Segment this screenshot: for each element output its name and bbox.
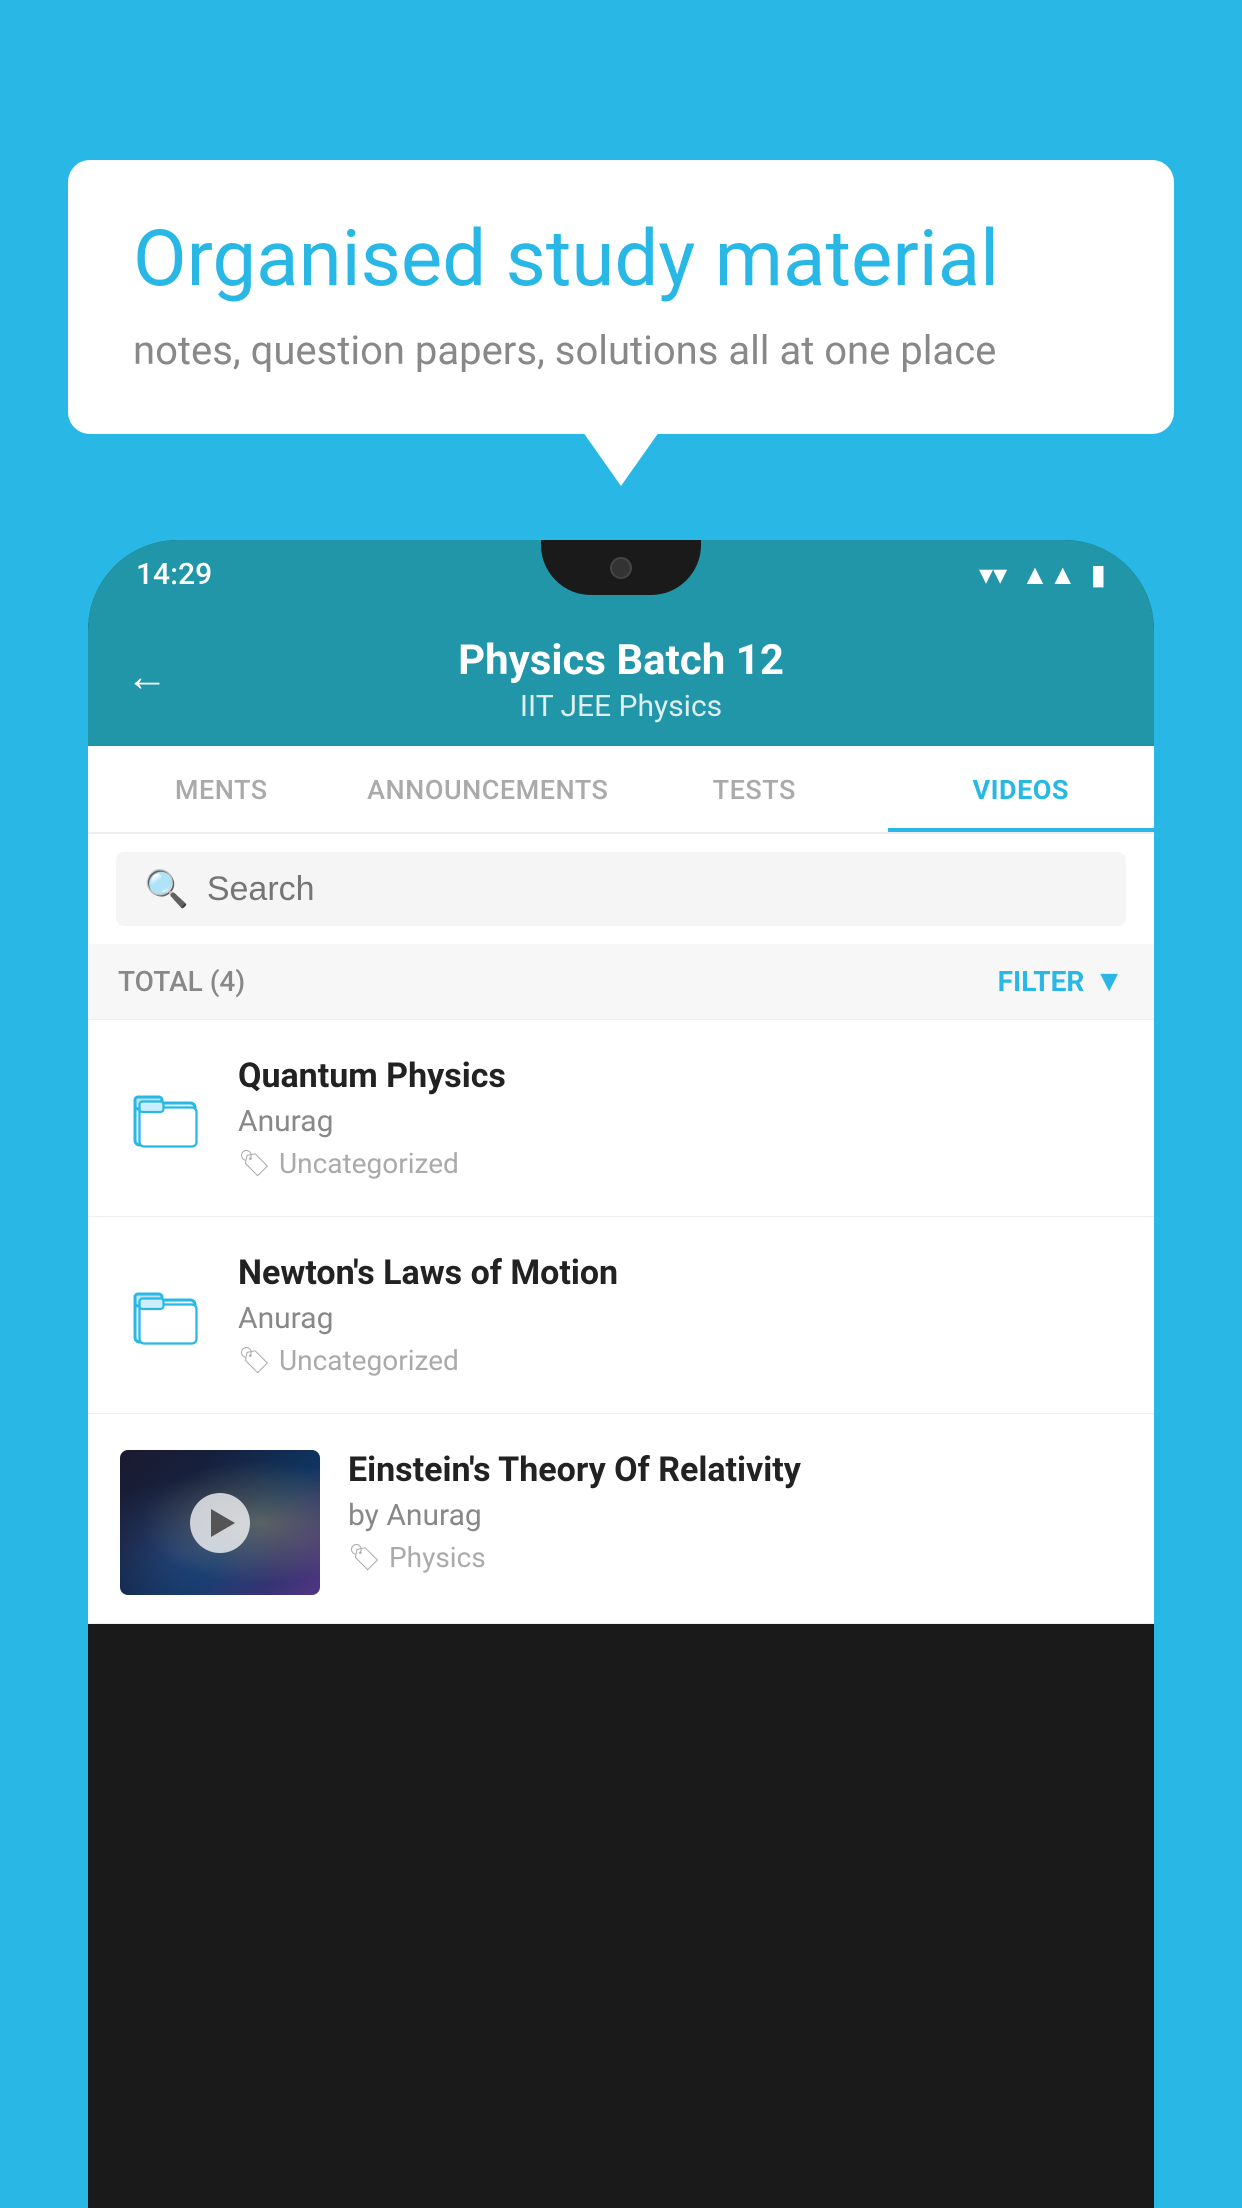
search-input[interactable] [207,870,1098,909]
play-button[interactable] [190,1493,250,1553]
video-title-1: Quantum Physics [238,1056,1122,1096]
tab-ments[interactable]: MENTS [88,746,355,832]
video-thumbnail-3 [120,1450,320,1595]
notch [541,540,701,595]
video-title-2: Newton's Laws of Motion [238,1253,1122,1293]
video-author-3: by Anurag [348,1498,1122,1533]
tab-videos[interactable]: VIDEOS [888,746,1155,832]
wifi-icon: ▾▾ [979,558,1007,591]
video-author-2: Anurag [238,1301,1122,1336]
speech-bubble: Organised study material notes, question… [68,160,1174,434]
tab-announcements[interactable]: ANNOUNCEMENTS [355,746,622,832]
search-container: 🔍 [88,834,1154,944]
search-wrapper: 🔍 [116,852,1126,926]
list-item[interactable]: Einstein's Theory Of Relativity by Anura… [88,1414,1154,1624]
video-title-3: Einstein's Theory Of Relativity [348,1450,1122,1490]
video-tag-1: 🏷 Uncategorized [238,1147,1122,1180]
bubble-subtitle: notes, question papers, solutions all at… [133,327,1109,374]
phone-frame: 14:29 ▾▾ ▲▲ ▮ ← Physics Batch 12 IIT JEE… [88,540,1154,2208]
tab-tests[interactable]: TESTS [621,746,888,832]
app-header: ← Physics Batch 12 IIT JEE Physics [88,608,1154,746]
video-author-1: Anurag [238,1104,1122,1139]
status-icons: ▾▾ ▲▲ ▮ [979,558,1106,591]
search-icon: 🔍 [144,868,189,910]
tag-label-2: Uncategorized [279,1344,459,1377]
list-item[interactable]: Newton's Laws of Motion Anurag 🏷 Uncateg… [88,1217,1154,1414]
app-title: Physics Batch 12 [128,636,1114,685]
filter-label: FILTER [998,965,1085,998]
camera-dot [610,557,632,579]
video-tag-2: 🏷 Uncategorized [238,1344,1122,1377]
filter-bar: TOTAL (4) FILTER ▼ [88,944,1154,1020]
filter-icon: ▼ [1094,964,1124,999]
play-icon [211,1509,235,1537]
video-info-3: Einstein's Theory Of Relativity by Anura… [348,1450,1122,1574]
folder-icon-1 [120,1073,210,1163]
bubble-title: Organised study material [133,215,1109,305]
tag-icon-1: 🏷 [238,1149,271,1179]
app-subtitle: IIT JEE Physics [128,689,1114,724]
speech-bubble-container: Organised study material notes, question… [68,160,1174,434]
filter-button[interactable]: FILTER ▼ [998,964,1124,999]
battery-icon: ▮ [1091,558,1106,591]
status-time: 14:29 [136,557,212,592]
list-item[interactable]: Quantum Physics Anurag 🏷 Uncategorized [88,1020,1154,1217]
signal-icon: ▲▲ [1021,558,1076,591]
back-button[interactable]: ← [126,653,168,702]
tag-label-3: Physics [389,1541,486,1574]
tag-icon-3: 🏷 [348,1543,381,1573]
video-info-2: Newton's Laws of Motion Anurag 🏷 Uncateg… [238,1253,1122,1377]
tag-icon-2: 🏷 [238,1346,271,1376]
video-info-1: Quantum Physics Anurag 🏷 Uncategorized [238,1056,1122,1180]
video-list: Quantum Physics Anurag 🏷 Uncategorized [88,1020,1154,1624]
video-tag-3: 🏷 Physics [348,1541,1122,1574]
folder-icon-2 [120,1270,210,1360]
tag-label-1: Uncategorized [279,1147,459,1180]
tabs-bar: MENTS ANNOUNCEMENTS TESTS VIDEOS [88,746,1154,834]
status-bar: 14:29 ▾▾ ▲▲ ▮ [88,540,1154,608]
total-count: TOTAL (4) [118,965,245,998]
